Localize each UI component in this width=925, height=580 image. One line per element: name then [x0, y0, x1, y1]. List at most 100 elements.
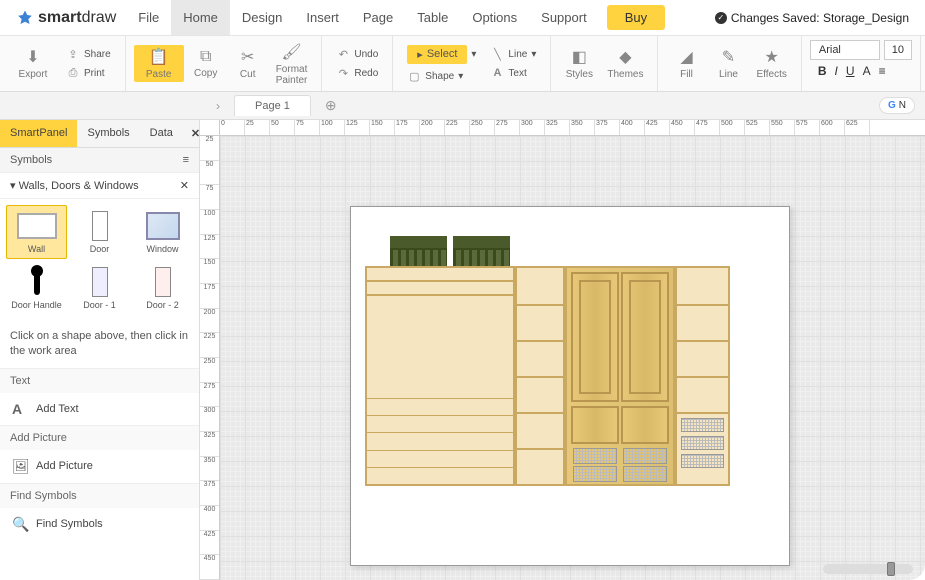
- page-tab[interactable]: Page 1: [234, 95, 311, 116]
- sidetab-data[interactable]: Data: [140, 120, 183, 147]
- menu-table[interactable]: Table: [405, 0, 460, 35]
- close-icon[interactable]: ✕: [180, 179, 189, 192]
- basket-shape[interactable]: [390, 236, 447, 266]
- symbol-door---2[interactable]: Door - 2: [132, 261, 193, 315]
- canvas-grid[interactable]: [220, 136, 925, 580]
- menu-options[interactable]: Options: [460, 0, 529, 35]
- basket-shape[interactable]: [453, 236, 510, 266]
- closet-drawing[interactable]: [365, 266, 775, 546]
- shape-icon: ▢: [407, 70, 421, 83]
- text-icon: A: [490, 67, 504, 79]
- menu-home[interactable]: Home: [171, 0, 230, 35]
- ruler-vertical: 2550751001251501752002252502753003253503…: [200, 136, 220, 580]
- symbol-door-handle[interactable]: Door Handle: [6, 261, 67, 315]
- undo-button[interactable]: ↶Undo: [330, 46, 384, 63]
- menu-insert[interactable]: Insert: [294, 0, 351, 35]
- bold-button[interactable]: B: [818, 64, 827, 78]
- paste-button[interactable]: 📋Paste: [134, 45, 184, 82]
- fill-icon: ◢: [680, 47, 692, 67]
- shape-tool[interactable]: ▢Shape▾: [401, 68, 482, 85]
- menu-design[interactable]: Design: [230, 0, 294, 35]
- canvas[interactable]: 0255075100125150175200225250275300325350…: [200, 120, 925, 580]
- share-button[interactable]: ⇪Share: [60, 46, 117, 63]
- copy-button[interactable]: ⧉Copy: [186, 46, 226, 81]
- brush-icon: 🖌: [281, 42, 301, 62]
- symbols-section-header: Symbols ≡: [0, 148, 199, 173]
- chevron-down-icon[interactable]: ▾: [531, 49, 536, 60]
- effects-button[interactable]: ★Effects: [750, 45, 792, 82]
- print-button[interactable]: ⎙Print: [60, 65, 117, 82]
- menu-file[interactable]: File: [126, 0, 171, 35]
- line-tool[interactable]: ╲Line▾: [484, 46, 542, 63]
- styles-icon: ◧: [572, 47, 587, 67]
- select-tool[interactable]: ▸Select▾: [401, 43, 482, 66]
- fill-button[interactable]: ◢Fill: [666, 45, 706, 82]
- symbol-door[interactable]: Door: [69, 205, 130, 259]
- picture-section-header: Add Picture: [0, 426, 199, 450]
- print-icon: ⎙: [66, 67, 80, 80]
- ruler-horizontal: 0255075100125150175200225250275300325350…: [220, 120, 925, 136]
- hint-text: Click on a shape above, then click in th…: [0, 321, 199, 368]
- font-color-button[interactable]: A: [863, 64, 871, 78]
- line-icon: ╲: [490, 48, 504, 61]
- chevron-down-icon[interactable]: ▾: [471, 49, 476, 60]
- google-icon: G: [888, 100, 896, 111]
- sidetab-symbols[interactable]: Symbols: [77, 120, 139, 147]
- copy-icon: ⧉: [200, 48, 211, 66]
- menu-icon[interactable]: ≡: [183, 154, 189, 166]
- sidetab-smartpanel[interactable]: SmartPanel: [0, 120, 77, 147]
- shelf-unit[interactable]: [675, 266, 730, 486]
- check-icon: ✓: [715, 12, 727, 24]
- add-page-button[interactable]: ⊕: [319, 97, 343, 114]
- text-icon: A: [12, 401, 28, 417]
- star-icon: ★: [765, 47, 779, 67]
- menu-support[interactable]: Support: [529, 0, 599, 35]
- symbol-wall[interactable]: Wall: [6, 205, 67, 259]
- search-icon: 🔍: [12, 516, 28, 533]
- expand-tabs-icon[interactable]: ›: [210, 99, 226, 113]
- text-tool[interactable]: AText: [484, 65, 542, 81]
- zoom-slider[interactable]: [823, 564, 913, 574]
- logo: smartdraw: [6, 9, 126, 27]
- italic-button[interactable]: I: [835, 64, 838, 78]
- add-text-button[interactable]: AAdd Text: [0, 393, 199, 425]
- logo-icon: [16, 9, 34, 27]
- close-sidebar-button[interactable]: ✕: [183, 120, 200, 147]
- image-icon: 🖼: [12, 458, 28, 475]
- buy-button[interactable]: Buy: [607, 5, 665, 30]
- styles-button[interactable]: ◧Styles: [559, 45, 599, 82]
- redo-button[interactable]: ↷Redo: [330, 65, 384, 82]
- share-icon: ⇪: [66, 48, 80, 61]
- google-badge[interactable]: GN: [879, 97, 915, 114]
- font-size-select[interactable]: 10: [884, 40, 912, 60]
- chevron-down-icon[interactable]: ▾: [458, 71, 463, 82]
- format-painter-button[interactable]: 🖌Format Painter: [270, 40, 314, 88]
- cut-button[interactable]: ✂Cut: [228, 45, 268, 82]
- redo-icon: ↷: [336, 67, 350, 80]
- align-button[interactable]: ≡: [879, 64, 886, 78]
- cabinet-unit[interactable]: [565, 266, 675, 486]
- sidebar: SmartPanelSymbolsData✕ Symbols ≡ ▾ Walls…: [0, 120, 200, 580]
- pencil-icon: ✎: [722, 47, 735, 67]
- add-picture-button[interactable]: 🖼Add Picture: [0, 450, 199, 483]
- symbol-window[interactable]: Window: [132, 205, 193, 259]
- clipboard-icon: 📋: [149, 47, 169, 67]
- find-section-header: Find Symbols: [0, 484, 199, 508]
- themes-button[interactable]: ◆Themes: [601, 45, 649, 82]
- font-family-select[interactable]: Arial: [810, 40, 880, 60]
- text-section-header: Text: [0, 369, 199, 393]
- main-menu: FileHomeDesignInsertPageTableOptionsSupp…: [126, 0, 598, 35]
- ruler-corner: [200, 120, 220, 136]
- find-symbols-button[interactable]: 🔍Find Symbols: [0, 508, 199, 541]
- underline-button[interactable]: U: [846, 64, 855, 78]
- line-style-button[interactable]: ✎Line: [708, 45, 748, 82]
- hanging-unit[interactable]: [365, 266, 515, 486]
- save-status: ✓ Changes Saved: Storage_Design: [715, 11, 919, 25]
- shelf-unit[interactable]: [515, 266, 565, 486]
- cursor-icon: ▸: [417, 48, 423, 61]
- symbol-door---1[interactable]: Door - 1: [69, 261, 130, 315]
- cut-icon: ✂: [241, 47, 254, 67]
- symbol-category-header[interactable]: ▾ Walls, Doors & Windows ✕: [0, 173, 199, 199]
- export-button[interactable]: ⬇Export: [8, 45, 58, 82]
- menu-page[interactable]: Page: [351, 0, 405, 35]
